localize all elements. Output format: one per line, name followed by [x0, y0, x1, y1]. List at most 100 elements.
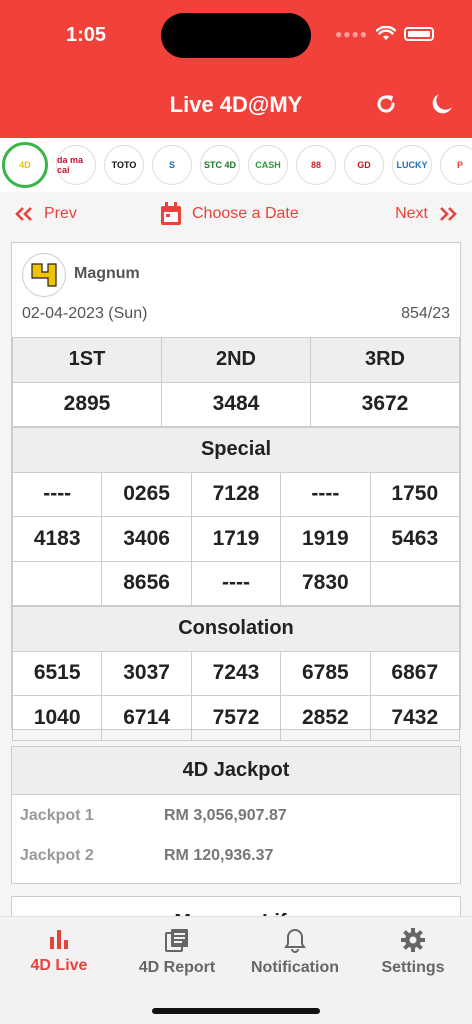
- tab-settings[interactable]: Settings: [354, 927, 472, 977]
- tab-label: 4D Live: [30, 957, 88, 974]
- calendar-icon: [161, 202, 181, 225]
- operator-logo-text: CASH: [255, 160, 281, 170]
- consolation-number: 7572: [190, 695, 282, 741]
- consolation-table: Consolation 6515 3037 7243 6785 6867 104…: [11, 606, 461, 741]
- result-card-header: Magnum 02-04-2023 (Sun) 854/23: [12, 243, 460, 337]
- tab-label: Settings: [381, 959, 445, 976]
- moon-icon: [432, 94, 452, 114]
- consolation-number: 6714: [101, 695, 192, 741]
- operator-stc-4d[interactable]: STC 4D: [200, 145, 240, 185]
- special-number: 4183: [11, 516, 103, 562]
- refresh-button[interactable]: [370, 88, 402, 120]
- prize-2nd-number: 3484: [161, 381, 311, 427]
- special-number: ----: [280, 471, 371, 517]
- operator-magnum[interactable]: 4D: [2, 142, 48, 188]
- special-row: ---- 0265 7128 ---- 1750: [11, 471, 461, 517]
- operator-logo-text: P: [456, 160, 463, 170]
- jackpot-label: Jackpot 1: [20, 807, 94, 824]
- operator-perdana[interactable]: P: [440, 145, 472, 185]
- draw-date: 02-04-2023 (Sun): [22, 305, 148, 322]
- prev-button[interactable]: Prev: [14, 205, 77, 223]
- jackpot-row: Jackpot 1 RM 3,056,907.87: [12, 795, 460, 835]
- jackpot-value: RM 120,936.37: [164, 847, 274, 864]
- consolation-number: 6515: [11, 650, 103, 696]
- consolation-title: Consolation: [12, 606, 460, 652]
- special-number: 1719: [190, 516, 282, 562]
- consolation-number: 7432: [369, 695, 461, 741]
- dynamic-island: [161, 13, 311, 58]
- operator-cash-sweep[interactable]: CASH: [248, 145, 288, 185]
- operator-da-ma-cai[interactable]: da ma cai: [56, 145, 96, 185]
- operator-logo-text: da ma cai: [57, 155, 84, 175]
- report-icon: [165, 929, 188, 952]
- choose-date-button[interactable]: Choose a Date: [160, 202, 299, 226]
- magnum-logo: [22, 253, 66, 297]
- special-row: 8656 ---- 7830: [11, 560, 461, 606]
- special-number: 7128: [190, 471, 282, 517]
- next-label: Next: [395, 205, 428, 222]
- jackpot-title: 4D Jackpot: [12, 747, 460, 795]
- operator-logo-text: 4D: [19, 160, 31, 170]
- special-number: 8656: [101, 560, 192, 606]
- operator-logo-text: TOTO: [111, 160, 137, 170]
- home-indicator: [152, 1008, 320, 1014]
- prize-header-3rd: 3RD: [310, 337, 460, 383]
- special-number: 5463: [369, 516, 461, 562]
- top-prizes-table: 1ST 2ND 3RD 2895 3484 3672: [12, 337, 460, 427]
- tab-label: 4D Report: [138, 959, 216, 976]
- operator-sabah-88[interactable]: 88: [296, 145, 336, 185]
- consolation-row: 1040 6714 7572 2852 7432: [11, 695, 461, 741]
- special-number: 1750: [369, 471, 461, 517]
- refresh-icon: [377, 95, 395, 113]
- special-number: [369, 560, 461, 606]
- bell-icon: [284, 928, 306, 953]
- prize-3rd-number: 3672: [310, 381, 460, 427]
- special-number: 1919: [280, 516, 371, 562]
- special-number: ----: [11, 471, 103, 517]
- next-button[interactable]: Next: [395, 205, 458, 223]
- app-header: 1:05 ●●●● Live 4D@MY: [0, 0, 472, 138]
- choose-date-label: Choose a Date: [192, 205, 299, 222]
- tab-4d-report[interactable]: 4D Report: [118, 927, 236, 977]
- operator-logo-text: LUCKY: [396, 160, 428, 170]
- double-chevron-left-icon: [15, 207, 32, 221]
- wifi-icon: [376, 26, 396, 40]
- operator-gd-lotto[interactable]: GD: [344, 145, 384, 185]
- signal-icon: ●●●●: [335, 27, 368, 41]
- operator-logo-text: 88: [310, 160, 321, 170]
- operator-singapore-pools[interactable]: S: [152, 145, 192, 185]
- jackpot-label: Jackpot 2: [20, 847, 94, 864]
- tab-label: Notification: [251, 959, 339, 976]
- date-navigation: Prev Choose a Date Next: [0, 192, 472, 236]
- consolation-number: 7243: [190, 650, 282, 696]
- prize-header-2nd: 2ND: [161, 337, 311, 383]
- operator-strip: 4D da ma cai TOTO S STC 4D CASH 88 GD LUCKY P: [0, 138, 472, 192]
- dark-mode-toggle[interactable]: [426, 88, 458, 120]
- operator-logo-text: STC 4D: [203, 160, 236, 170]
- operator-logo-text: GD: [357, 160, 371, 170]
- special-table: Special ---- 0265 7128 ---- 1750 4183 34…: [11, 427, 461, 606]
- double-chevron-right-icon: [440, 207, 457, 221]
- operator-lucky[interactable]: LUCKY: [392, 145, 432, 185]
- consolation-number: 3037: [101, 650, 192, 696]
- consolation-number: 1040: [11, 695, 103, 741]
- special-title: Special: [12, 427, 460, 473]
- special-number: 3406: [101, 516, 192, 562]
- operator-logo-text: S: [168, 160, 175, 170]
- consolation-row: 6515 3037 7243 6785 6867: [11, 650, 461, 696]
- jackpot-row: Jackpot 2 RM 120,936.37: [12, 835, 460, 875]
- consolation-number: 2852: [280, 695, 371, 741]
- special-number: ----: [190, 560, 282, 606]
- tab-notification[interactable]: Notification: [236, 927, 354, 977]
- draw-number: 854/23: [401, 305, 450, 322]
- battery-icon: [404, 27, 434, 41]
- magnum-4d-icon: [31, 263, 57, 287]
- tab-4d-live[interactable]: 4D Live: [0, 927, 118, 975]
- special-row: 4183 3406 1719 1919 5463: [11, 516, 461, 562]
- prev-label: Prev: [44, 205, 77, 222]
- consolation-number: 6785: [280, 650, 371, 696]
- bar-chart-icon: [50, 930, 68, 949]
- status-icons: ●●●●: [335, 26, 434, 42]
- prize-1st-number: 2895: [12, 381, 162, 427]
- operator-sports-toto[interactable]: TOTO: [104, 145, 144, 185]
